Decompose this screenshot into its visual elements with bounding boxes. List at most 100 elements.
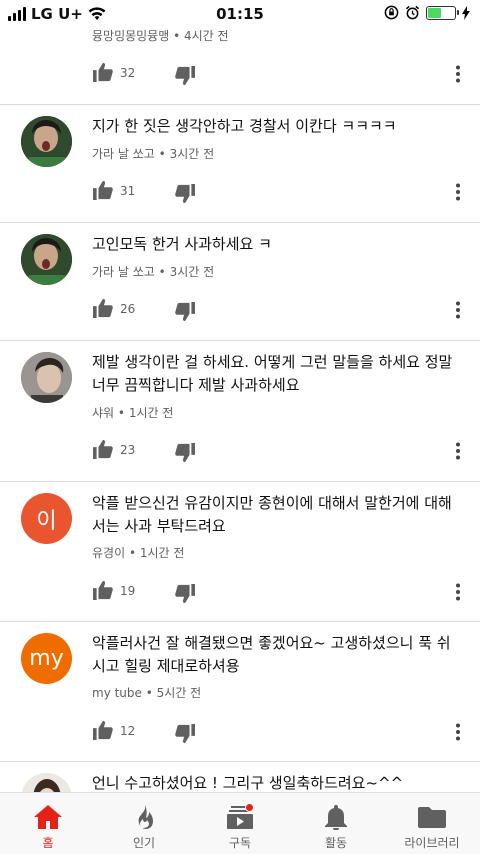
nav-activity[interactable]: 활동 [288, 793, 384, 854]
thumbs-up-icon [93, 580, 113, 600]
avatar[interactable] [21, 352, 72, 403]
nav-label: 활동 [324, 836, 348, 850]
avatar-letter: my [29, 646, 64, 671]
comment-meta: my tube • 5시간 전 [92, 686, 202, 700]
comment-text: 제발 생각이란 걸 하세요. 어떻게 그런 말들을 하세요 정말 너무 끔찍합니… [92, 353, 453, 394]
more-options-button[interactable] [446, 439, 470, 463]
nav-label: 라이브러리 [404, 836, 460, 850]
more-options-button[interactable] [446, 298, 470, 322]
thumbs-up-icon [93, 298, 113, 318]
comment-author[interactable]: 샤워 [92, 406, 114, 420]
thumbs-up-icon [93, 180, 113, 200]
bottom-nav: 홈 인기 구독 활동 라이브러리 [0, 792, 480, 854]
comment-item: my 악플러사건 잘 해결됐으면 좋겠어요~ 고생하셨으니 푹 쉬시고 힐링 제… [0, 622, 480, 762]
folder-icon [417, 802, 447, 832]
comment-author[interactable]: my tube [92, 686, 142, 700]
comment-author[interactable]: 가라 날 쏘고 [92, 147, 155, 161]
avatar-photo [21, 234, 72, 285]
comment-time: 3시간 전 [169, 265, 215, 279]
dislike-button[interactable] [174, 584, 198, 608]
flame-icon [129, 802, 159, 832]
more-vert-icon [456, 723, 460, 741]
like-count: 32 [120, 66, 136, 80]
comment-actions: 31 [92, 180, 470, 204]
nav-subscriptions[interactable]: 구독 [192, 793, 288, 854]
nav-label: 홈 [42, 836, 54, 850]
notification-dot [245, 803, 254, 812]
app-screen: 뮹망밍몽밍뮹맹 • 4시간 전 32 지가 한 짓은 생각안하고 경찰서 이칸다… [0, 0, 480, 854]
dislike-button[interactable] [174, 66, 198, 90]
nav-trending[interactable]: 인기 [96, 793, 192, 854]
avatar-photo [21, 352, 72, 403]
subscriptions-icon [225, 802, 255, 832]
comment-time: 3시간 전 [169, 147, 215, 161]
comment-meta: 가라 날 쏘고 • 3시간 전 [92, 147, 215, 161]
comment-author[interactable]: 유경이 [92, 546, 125, 560]
like-count: 12 [120, 724, 136, 738]
comment-item: 고인모독 한거 사과하세요 ㅋ 가라 날 쏘고 • 3시간 전 26 [0, 223, 480, 341]
comment-actions: 23 [92, 439, 470, 463]
nav-library[interactable]: 라이브러리 [384, 793, 480, 854]
comment-author[interactable]: 가라 날 쏘고 [92, 265, 155, 279]
comment-actions: 19 [92, 580, 470, 604]
more-vert-icon [456, 65, 460, 83]
thumbs-down-icon [175, 584, 195, 604]
like-button[interactable] [92, 180, 116, 204]
thumbs-down-icon [175, 443, 195, 463]
nav-home[interactable]: 홈 [0, 793, 96, 854]
more-options-button[interactable] [446, 720, 470, 744]
like-count: 19 [120, 584, 136, 598]
comment-time: 1시간 전 [128, 406, 174, 420]
like-button[interactable] [92, 298, 116, 322]
avatar[interactable] [21, 234, 72, 285]
home-icon [33, 802, 63, 832]
more-vert-icon [456, 442, 460, 460]
like-count: 23 [120, 443, 136, 457]
comment-meta: 뮹망밍몽밍뮹맹 • 4시간 전 [92, 29, 229, 43]
comment-text: 악플러사건 잘 해결됐으면 좋겠어요~ 고생하셨으니 푹 쉬시고 힐링 제대로하… [92, 634, 451, 675]
comment-actions: 26 [92, 298, 470, 322]
alarm-icon [405, 5, 420, 20]
dislike-button[interactable] [174, 724, 198, 748]
comment-text: 악플 받으신건 유감이지만 종현이에 대해서 말한거에 대해서는 사과 부탁드려… [92, 494, 452, 535]
avatar-letter: 이 [36, 508, 57, 534]
thumbs-up-icon [93, 62, 113, 82]
avatar[interactable]: 이 [21, 493, 72, 544]
like-button[interactable] [92, 62, 116, 86]
more-vert-icon [456, 183, 460, 201]
thumbs-up-icon [93, 720, 113, 740]
thumbs-down-icon [175, 302, 195, 322]
dislike-button[interactable] [174, 184, 198, 208]
more-options-button[interactable] [446, 580, 470, 604]
battery-icon [426, 5, 459, 20]
battery-level [428, 7, 441, 18]
avatar-photo [21, 116, 72, 167]
dislike-button[interactable] [174, 302, 198, 326]
comment-meta: 가라 날 쏘고 • 3시간 전 [92, 265, 215, 279]
like-count: 26 [120, 302, 136, 316]
comment-item: 제발 생각이란 걸 하세요. 어떻게 그런 말들을 하세요 정말 너무 끔찍합니… [0, 341, 480, 481]
comment-author[interactable]: 뮹망밍몽밍뮹맹 [92, 29, 169, 43]
nav-label: 인기 [132, 836, 156, 850]
status-bar: LG U+ 01:15 [0, 0, 480, 28]
bell-icon [321, 802, 351, 832]
comment-text: 지가 한 짓은 생각안하고 경찰서 이칸다 ㅋㅋㅋㅋ [92, 117, 397, 135]
more-options-button[interactable] [446, 180, 470, 204]
like-button[interactable] [92, 439, 116, 463]
comment-item: 이 악플 받으신건 유감이지만 종현이에 대해서 말한거에 대해서는 사과 부탁… [0, 482, 480, 622]
avatar[interactable] [21, 116, 72, 167]
comment-time: 4시간 전 [184, 29, 229, 43]
dislike-button[interactable] [174, 443, 198, 467]
charging-icon [462, 5, 470, 20]
comment-meta: 유경이 • 1시간 전 [92, 546, 185, 560]
more-options-button[interactable] [446, 62, 470, 86]
nav-label: 구독 [228, 836, 252, 850]
like-button[interactable] [92, 580, 116, 604]
rotation-lock-icon [384, 5, 399, 20]
thumbs-down-icon [175, 724, 195, 744]
like-button[interactable] [92, 720, 116, 744]
thumbs-down-icon [175, 66, 195, 86]
comment-actions: 32 [92, 62, 470, 86]
like-count: 31 [120, 184, 136, 198]
avatar[interactable]: my [21, 633, 72, 684]
